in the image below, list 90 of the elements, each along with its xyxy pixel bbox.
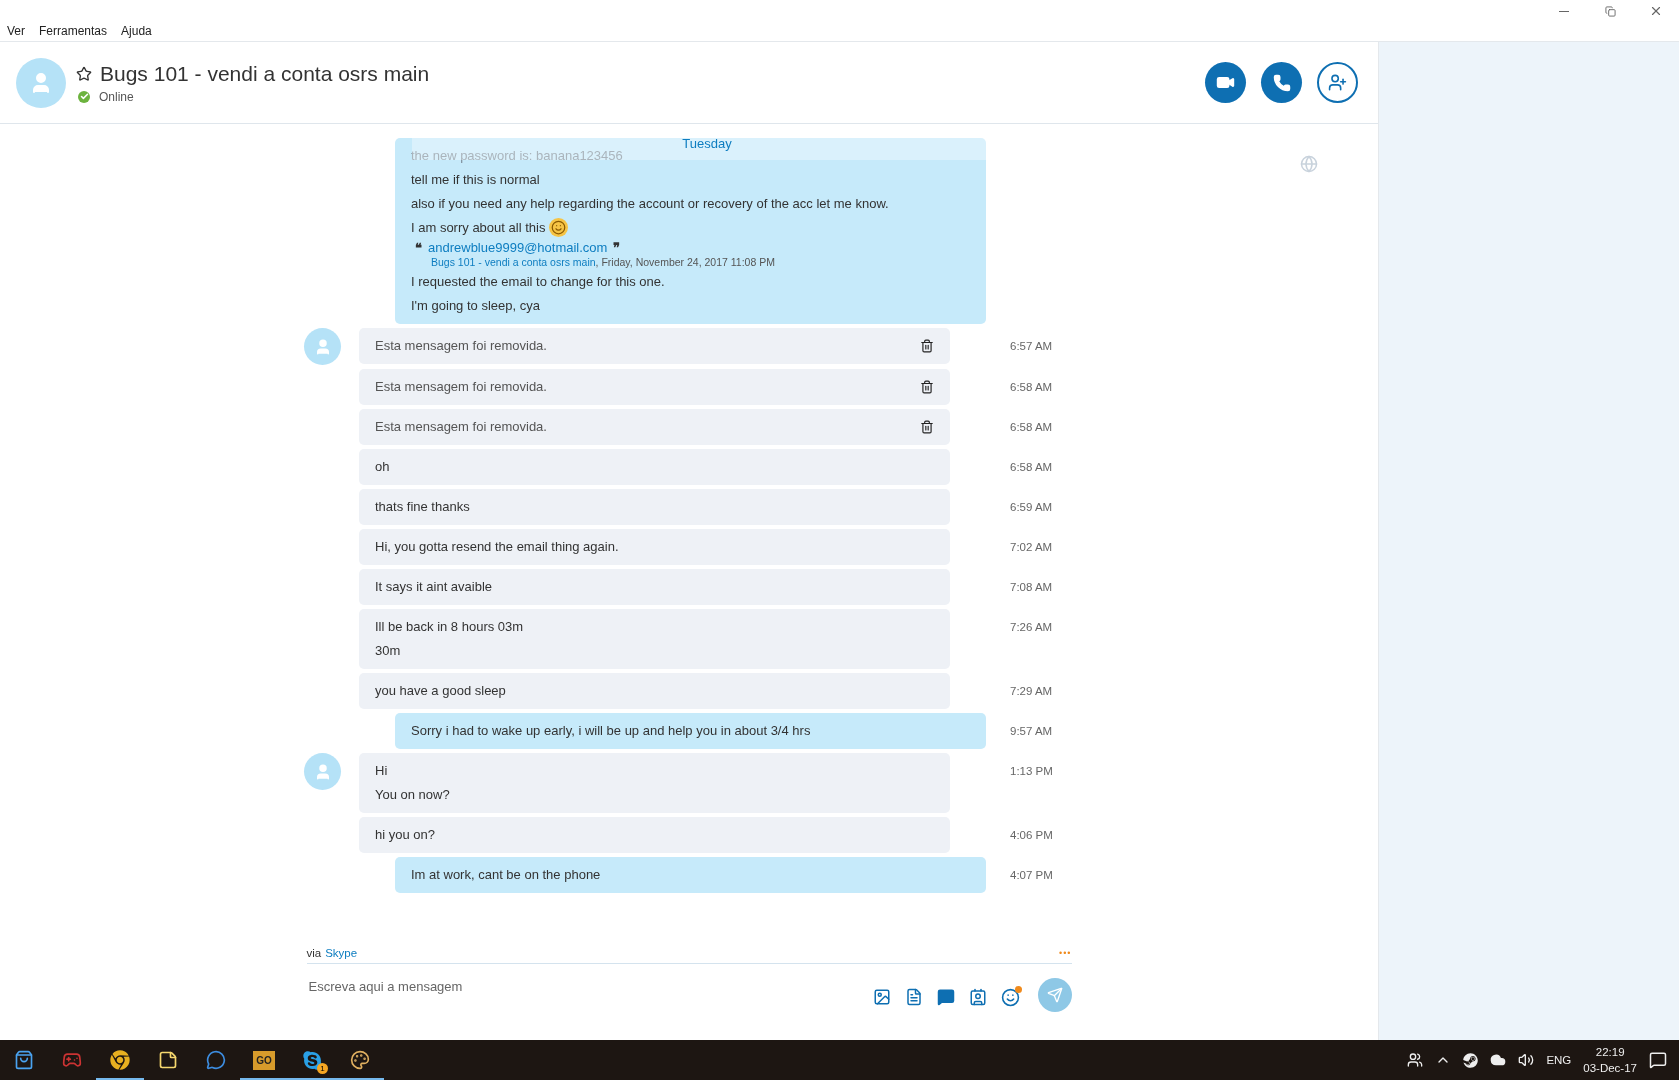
people-icon[interactable]	[1407, 1052, 1424, 1068]
contact-card-icon	[968, 988, 987, 1006]
smiley-icon	[1000, 988, 1020, 1007]
clock-time[interactable]: 22:19	[1595, 1044, 1625, 1060]
trash-icon	[920, 339, 934, 353]
message-text: 30m	[375, 642, 401, 660]
message-text: oh	[375, 458, 390, 476]
minimize-icon	[1559, 10, 1569, 12]
status-text: Online	[99, 89, 134, 104]
send-file-button[interactable]	[904, 988, 923, 1006]
trash-icon	[920, 420, 934, 434]
conversation-title: Bugs 101 - vendi a conta osrs main	[100, 61, 430, 86]
send-icon	[1046, 987, 1063, 1003]
message-time: 4:07 PM	[1010, 868, 1054, 881]
message-text: Sorry i had to wake up early, i will be up and help you in about 3/4 hrs	[411, 722, 811, 740]
message-text: you have a good sleep	[375, 682, 506, 700]
service-link[interactable]: Skype	[325, 947, 1056, 959]
message-text: Ill be back in 8 hours 03m	[375, 618, 524, 636]
palette-icon	[350, 1050, 370, 1070]
message-time: 6:57 AM	[1010, 339, 1054, 352]
call-button[interactable]	[1261, 62, 1302, 103]
message-text: the new password is: banana123456	[411, 147, 623, 165]
trash-icon	[920, 380, 934, 394]
store-icon	[14, 1050, 34, 1070]
message-input[interactable]: Escreva aqui a mensagem	[306, 978, 859, 995]
message-time: 4:06 PM	[1010, 828, 1054, 841]
menu-item[interactable]: Ajuda	[121, 24, 152, 38]
file-icon	[904, 988, 923, 1006]
speech-bubble-icon	[936, 988, 955, 1006]
message-text: You on now?	[375, 786, 450, 804]
language-indicator[interactable]: ENG	[1546, 1054, 1572, 1066]
removed-message-text: Esta mensagem foi removida.	[375, 418, 547, 436]
message-time: 7:08 AM	[1010, 580, 1054, 593]
add-contact-button[interactable]	[1317, 62, 1358, 103]
message-text: thats fine thanks	[375, 498, 470, 516]
message-text: tell me if this is normal	[411, 171, 540, 189]
menu-item[interactable]: Ferramentas	[39, 24, 108, 38]
clock-date[interactable]: 03-Dec-17	[1583, 1060, 1637, 1076]
restore-icon	[1604, 5, 1616, 17]
removed-message-text: Esta mensagem foi removida.	[375, 337, 547, 355]
message-text: also if you need any help regarding the account or recovery of the acc let me know.	[411, 195, 889, 213]
message-text: I am sorry about all this	[411, 220, 546, 235]
menu-item[interactable]: Ver	[7, 24, 25, 38]
message-text: Im at work, cant be on the phone	[411, 866, 601, 884]
notification-badge: 1	[317, 1063, 328, 1074]
image-icon	[872, 988, 891, 1006]
message-time: 9:57 AM	[1010, 724, 1054, 737]
taskbar-app-button[interactable]: 1	[288, 1040, 336, 1080]
message-text: hi you on?	[375, 826, 435, 844]
send-image-button[interactable]	[872, 988, 891, 1006]
email-link[interactable]: andrewblue9999@hotmail.com	[428, 240, 608, 255]
message-time: 6:58 AM	[1010, 420, 1054, 433]
message-text: Hi, you gotta resend the email thing again.	[375, 538, 619, 556]
phone-icon	[1272, 73, 1291, 92]
contact-card-button[interactable]	[968, 988, 987, 1006]
date-label: Tuesday	[682, 135, 732, 151]
app-label: GO	[253, 1050, 275, 1070]
online-status-icon	[78, 90, 90, 103]
message-text: I'm going to sleep, cya	[411, 297, 540, 315]
message-text: It says it aint avaible	[375, 578, 493, 596]
message-text: Hi	[375, 762, 388, 780]
message-time: 7:02 AM	[1010, 540, 1054, 553]
message-time: 7:26 AM	[1010, 620, 1054, 633]
globe-icon	[1300, 155, 1318, 173]
volume-icon[interactable]	[1518, 1052, 1535, 1068]
video-call-button[interactable]	[1205, 62, 1246, 103]
quote-mark: ❝	[415, 240, 422, 255]
note-icon	[158, 1050, 178, 1070]
via-label: via	[306, 947, 322, 959]
video-message-button[interactable]	[936, 988, 955, 1006]
cloud-icon[interactable]	[1490, 1052, 1507, 1068]
chat-icon	[206, 1050, 226, 1070]
quote-source-link[interactable]: Bugs 101 - vendi a conta osrs main	[431, 255, 596, 270]
emoticon-button[interactable]	[1000, 988, 1020, 1007]
quote-date: , Friday, November 24, 2017 11:08 PM	[595, 255, 775, 270]
favorite-star-icon[interactable]	[76, 65, 92, 82]
add-person-icon	[1328, 73, 1347, 92]
quote-mark: ❞	[613, 240, 621, 255]
message-time: 7:29 AM	[1010, 684, 1054, 697]
notification-dot	[1014, 986, 1022, 993]
message-text: I requested the email to change for this one.	[411, 273, 665, 291]
removed-message-text: Esta mensagem foi removida.	[375, 378, 547, 396]
gamepad-icon	[62, 1050, 82, 1070]
message-time: 1:13 PM	[1010, 764, 1054, 777]
message-time: 6:58 AM	[1010, 460, 1054, 473]
message-time: 6:58 AM	[1010, 380, 1054, 393]
close-icon	[1649, 4, 1663, 18]
taskbar-app-button[interactable]: GO	[240, 1040, 288, 1080]
message-time: 6:59 AM	[1010, 500, 1054, 513]
notifications-icon[interactable]	[1649, 1051, 1667, 1069]
